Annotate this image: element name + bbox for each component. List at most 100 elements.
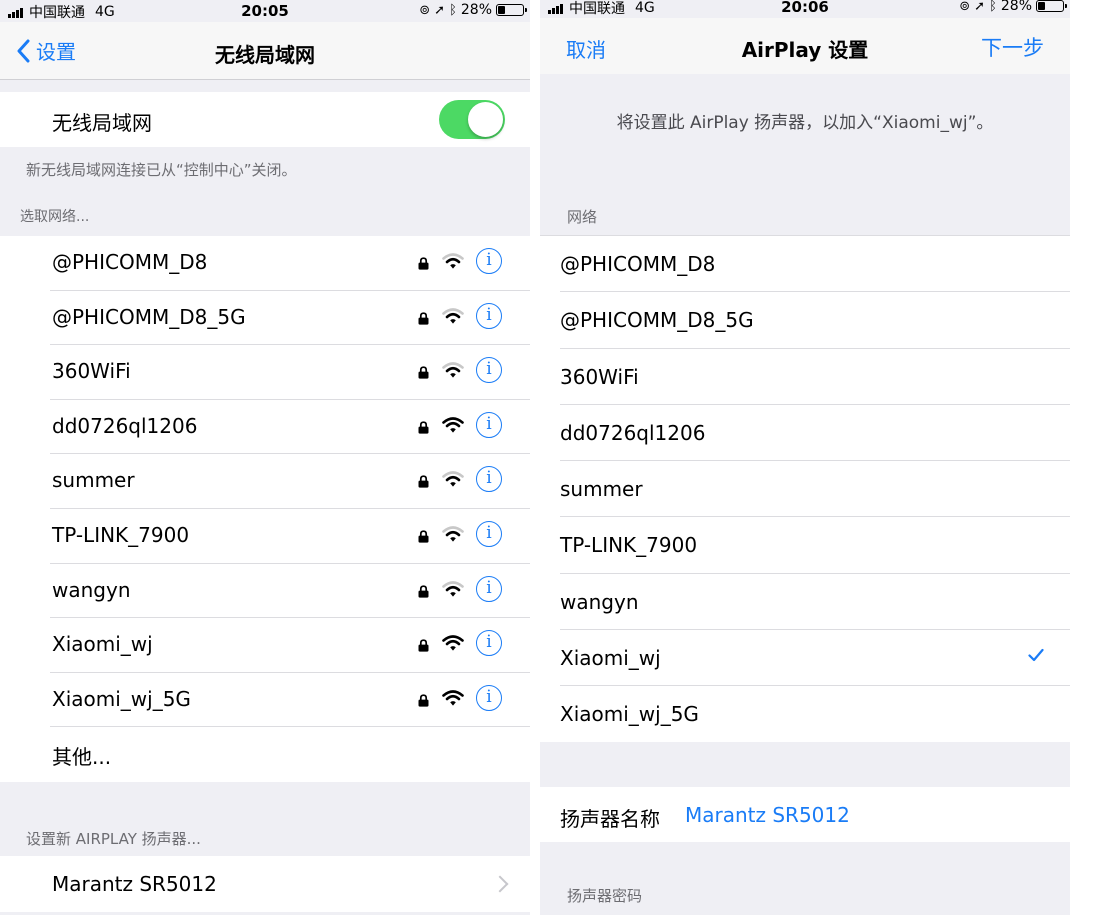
airplay-setup-screen: 中国联通 4G 20:06 ⊚ ➚ ᛒ 28% 取消 AirPlay 设置 下一… — [540, 0, 1070, 915]
wifi-toggle-switch[interactable] — [439, 100, 505, 139]
network-name: Xiaomi_wj — [52, 632, 153, 657]
airplay-network-row[interactable]: Xiaomi_wj_5G — [540, 686, 1070, 742]
airplay-network-row[interactable]: @PHICOMM_D8_5G — [540, 292, 1070, 349]
rotation-lock-icon: ⊚ — [959, 0, 971, 14]
lock-icon — [418, 528, 429, 543]
bluetooth-icon: ᛒ — [449, 2, 457, 18]
rotation-lock-icon: ⊚ — [419, 2, 431, 18]
network-name: 360WiFi — [52, 359, 131, 384]
other-network-label: 其他... — [52, 745, 112, 770]
chevron-right-icon — [491, 875, 509, 893]
lock-icon — [418, 419, 429, 434]
control-center-notice: 新无线局域网连接已从“控制中心”关闭。 — [26, 161, 297, 179]
other-network-row[interactable]: 其他... — [0, 727, 530, 782]
airplay-setup-header: 设置新 AIRPLAY 扬声器... — [26, 830, 201, 848]
page-title: 无线局域网 — [215, 43, 315, 67]
lock-icon — [418, 255, 429, 270]
navigation-bar: 设置 无线局域网 — [0, 22, 530, 80]
network-name: @PHICOMM_D8_5G — [52, 304, 246, 329]
speaker-name-label: 扬声器名称 — [560, 807, 660, 831]
checkmark-icon — [1028, 647, 1044, 663]
status-bar: 中国联通 4G 20:06 ⊚ ➚ ᛒ 28% — [540, 0, 1070, 18]
network-name: TP-LINK_7900 — [52, 522, 190, 547]
network-row[interactable]: wangyn i — [0, 564, 530, 619]
info-button-icon[interactable]: i — [476, 357, 502, 384]
toggle-knob — [468, 102, 503, 137]
airplay-network-list: @PHICOMM_D8 @PHICOMM_D8_5G 360WiFi dd0726ql… — [540, 235, 1070, 742]
airplay-network-row[interactable]: dd0726ql1206 — [540, 405, 1070, 462]
network-header: 网络 — [567, 208, 598, 226]
network-name: @PHICOMM_D8_5G — [560, 308, 754, 333]
wifi-signal-icon — [442, 416, 464, 434]
lock-icon — [418, 310, 429, 325]
info-button-icon[interactable]: i — [476, 302, 502, 329]
wifi-signal-icon — [442, 689, 464, 707]
wifi-signal-icon — [442, 307, 464, 325]
speaker-password-header: 扬声器密码 — [567, 887, 643, 905]
airplay-network-row[interactable]: 360WiFi — [540, 349, 1070, 405]
network-row[interactable]: Xiaomi_wj_5G i — [0, 673, 530, 728]
battery-percent: 28% — [460, 2, 492, 18]
wifi-signal-icon — [442, 252, 464, 270]
wifi-signal-icon — [442, 525, 464, 543]
network-row[interactable]: @PHICOMM_D8_5G i — [0, 291, 530, 346]
airplay-device-row[interactable]: Marantz SR5012 — [0, 856, 530, 912]
battery-percent: 28% — [1000, 0, 1032, 14]
network-row[interactable]: dd0726ql1206 i — [0, 400, 530, 455]
lock-icon — [418, 473, 429, 488]
airplay-network-row[interactable]: TP-LINK_7900 — [540, 517, 1070, 574]
airplay-device-label: Marantz SR5012 — [52, 872, 217, 896]
airplay-network-row[interactable]: summer — [540, 461, 1070, 518]
network-row[interactable]: @PHICOMM_D8 i — [0, 236, 530, 291]
lock-icon — [418, 364, 429, 379]
network-name: Xiaomi_wj — [560, 646, 661, 671]
location-icon: ➚ — [974, 0, 986, 14]
info-button-icon[interactable]: i — [476, 411, 502, 438]
wifi-toggle-label: 无线局域网 — [52, 111, 152, 135]
network-row[interactable]: 360WiFi i — [0, 345, 530, 400]
network-name: @PHICOMM_D8 — [560, 252, 716, 276]
bluetooth-icon: ᛒ — [989, 0, 997, 14]
info-button-icon[interactable]: i — [476, 575, 502, 602]
wifi-signal-icon — [442, 634, 464, 652]
location-icon: ➚ — [434, 2, 446, 18]
info-button-icon[interactable]: i — [476, 630, 502, 657]
wifi-signal-icon — [442, 580, 464, 598]
network-name: dd0726ql1206 — [560, 420, 706, 445]
info-button-icon[interactable]: i — [476, 466, 502, 493]
lock-icon — [418, 692, 429, 707]
network-name: summer — [560, 477, 643, 502]
navigation-bar: 取消 AirPlay 设置 下一步 — [540, 18, 1070, 74]
network-name: @PHICOMM_D8 — [52, 250, 208, 274]
network-name: summer — [52, 468, 135, 493]
airplay-network-row[interactable]: @PHICOMM_D8 — [540, 236, 1070, 293]
network-name: dd0726ql1206 — [52, 413, 198, 438]
network-list: @PHICOMM_D8 i @PHICOMM_D8_5G i 360WiFi i dd072… — [0, 236, 530, 782]
speaker-name-row[interactable]: 扬声器名称 Marantz SR5012 — [540, 787, 1070, 842]
wifi-settings-screen: 中国联通 4G 20:05 ⊚ ➚ ᛒ 28% 设置 无线局域网 无线局域网 新… — [0, 0, 530, 915]
speaker-name-field[interactable]: Marantz SR5012 — [685, 803, 850, 827]
wifi-toggle-row: 无线局域网 — [0, 92, 530, 147]
lock-icon — [418, 637, 429, 652]
airplay-network-row[interactable]: wangyn — [540, 574, 1070, 631]
network-row[interactable]: summer i — [0, 454, 530, 509]
choose-network-header: 选取网络... — [20, 209, 90, 225]
info-button-icon[interactable]: i — [476, 520, 502, 547]
next-button[interactable]: 下一步 — [981, 32, 1044, 62]
airplay-network-row[interactable]: Xiaomi_wj — [540, 630, 1070, 687]
network-row[interactable]: Xiaomi_wj i — [0, 618, 530, 673]
airplay-description: 将设置此 AirPlay 扬声器，以加入“Xiaomi_wj”。 — [616, 113, 994, 133]
lock-icon — [418, 583, 429, 598]
network-row[interactable]: TP-LINK_7900 i — [0, 509, 530, 564]
info-button-icon[interactable]: i — [476, 684, 502, 711]
network-name: TP-LINK_7900 — [560, 533, 698, 558]
network-name: Xiaomi_wj_5G — [52, 686, 191, 711]
info-button-icon[interactable]: i — [476, 248, 502, 274]
battery-icon — [496, 4, 527, 16]
battery-icon — [1036, 0, 1067, 12]
wifi-signal-icon — [442, 361, 464, 379]
network-name: 360WiFi — [560, 364, 639, 389]
network-name: wangyn — [52, 577, 131, 602]
network-name: Xiaomi_wj_5G — [560, 702, 699, 727]
status-bar: 中国联通 4G 20:05 ⊚ ➚ ᛒ 28% — [0, 0, 530, 22]
